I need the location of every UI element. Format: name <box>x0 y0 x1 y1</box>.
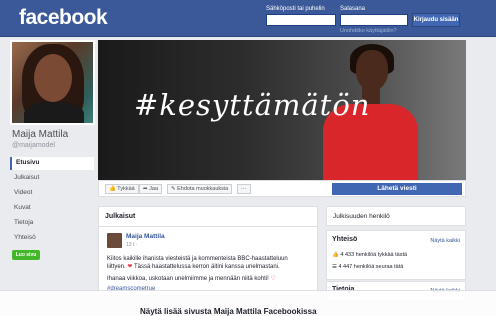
follows-row: ☰ 4 447 henkilöä seuraa tätä <box>332 264 403 270</box>
cover-woman-head <box>356 50 388 90</box>
facebook-logo[interactable]: facebook <box>19 6 108 30</box>
profile-face <box>34 54 72 102</box>
community-see-all-link[interactable]: Näytä kaikki <box>430 238 460 244</box>
profile-username[interactable]: @maijamodel <box>12 142 55 149</box>
community-title: Yhteisö <box>332 236 358 243</box>
cover-hashtag-text: #kesyttämätön <box>134 88 371 122</box>
share-label: Jaa <box>149 186 159 192</box>
suggest-edits-button[interactable]: ✎ Ehdota muokkauksia <box>167 184 233 194</box>
cover-photo[interactable]: #kesyttämätön <box>98 40 466 180</box>
page-action-bar: 👍 Tykkää ➦ Jaa ✎ Ehdota muokkauksia ··· … <box>98 180 466 197</box>
page-category[interactable]: Julkisuuden henkilö <box>333 213 390 220</box>
post-timestamp[interactable]: 13 t · <box>126 242 137 248</box>
posts-header-panel: Julkaisut <box>98 206 318 228</box>
sidebar-nav: Etusivu Julkaisut Videot Kuvat Tietoja Y… <box>10 157 94 247</box>
post-author-avatar[interactable] <box>107 233 122 248</box>
profile-name[interactable]: Maija Mattila <box>12 129 68 140</box>
sidebar-item-about[interactable]: Tietoja <box>10 217 94 230</box>
likes-count-text: 4 433 henkilöä tykkää tästä <box>340 252 408 258</box>
sidebar-item-home[interactable]: Etusivu <box>10 157 94 170</box>
email-input[interactable] <box>266 14 336 26</box>
post-card: Maija Mattila 13 t · Kiitos kaikille iha… <box>98 226 318 296</box>
profile-picture[interactable] <box>10 40 95 125</box>
more-button[interactable]: ··· <box>237 184 251 194</box>
send-message-button[interactable]: Lähetä viesti <box>332 183 462 195</box>
post-text-line-3a: Ihanaa viikkoa, uskotaan unelmiimme ja m… <box>107 276 269 282</box>
sidebar-item-community[interactable]: Yhteisö <box>10 232 94 245</box>
follows-count-text: 4 447 henkilöä seuraa tätä <box>338 264 404 270</box>
create-page-button[interactable]: Luo sivu <box>12 250 40 260</box>
post-text-line-2: liittyen. ❤ Tässä haastattelussa kerron … <box>107 263 307 271</box>
category-panel: Julkisuuden henkilö <box>326 206 466 226</box>
forgot-account-link[interactable]: Unohditko käyttäjätilin? <box>340 28 397 34</box>
top-navigation-bar: facebook Sähköposti tai puhelin Salasana… <box>0 0 496 37</box>
post-text-line-2a: liittyen. <box>107 264 126 270</box>
profile-body <box>24 102 84 123</box>
post-author-name[interactable]: Maija Mattila <box>126 233 165 240</box>
suggest-label: Ehdota muokkauksia <box>177 186 229 192</box>
password-input[interactable] <box>340 14 408 26</box>
login-button[interactable]: Kirjaudu sisään <box>412 13 460 27</box>
community-panel: Yhteisö Näytä kaikki 👍 4 433 henkilöä ty… <box>326 230 466 280</box>
sidebar-item-videos[interactable]: Videot <box>10 187 94 200</box>
login-prompt-overlay: Näytä lisää sivusta Maija Mattila Facebo… <box>0 290 496 316</box>
sidebar-item-posts[interactable]: Julkaisut <box>10 172 94 185</box>
post-text-line-3: Ihanaa viikkoa, uskotaan unelmiimme ja m… <box>107 275 307 283</box>
share-button[interactable]: ➦ Jaa <box>139 184 163 194</box>
sidebar-item-photos[interactable]: Kuvat <box>10 202 94 215</box>
posts-title: Julkaisut <box>105 213 136 220</box>
likes-row: 👍 4 433 henkilöä tykkää tästä <box>332 252 407 258</box>
heart-icon: ♡ <box>270 276 276 282</box>
heart-icon: ❤ <box>127 264 133 270</box>
password-label: Salasana <box>340 6 366 12</box>
post-text-line-2b: Tässä haastattelussa kerron äitini kanss… <box>133 264 280 270</box>
post-text-line-1: Kiitos kaikille ihanista viesteistä ja k… <box>107 256 288 262</box>
like-button[interactable]: 👍 Tykkää <box>105 184 139 194</box>
overlay-prompt-text: Näytä lisää sivusta Maija Mattila Facebo… <box>140 307 317 316</box>
like-label: Tykkää <box>117 186 135 192</box>
email-label: Sähköposti tai puhelin <box>266 6 325 12</box>
